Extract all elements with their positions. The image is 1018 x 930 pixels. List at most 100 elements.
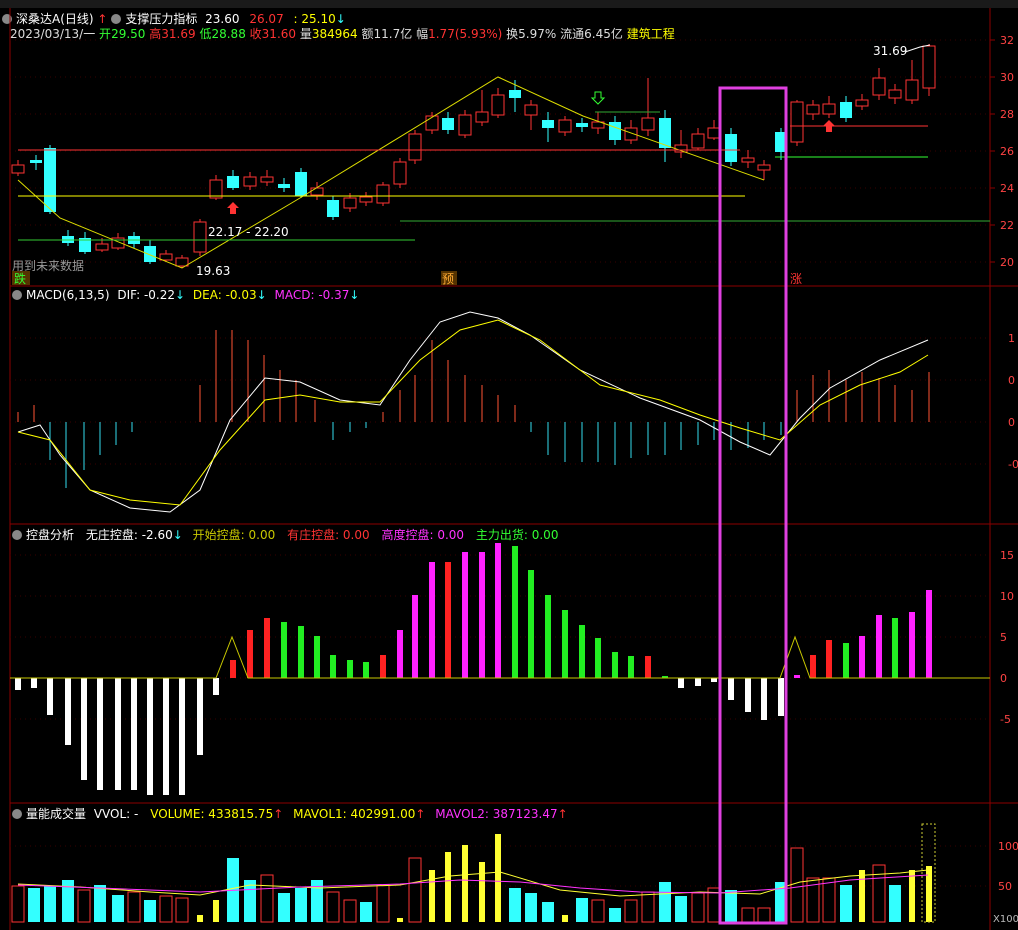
price-tick: 28 <box>1000 108 1014 121</box>
kongpan-chart <box>10 543 990 795</box>
kp-tick: -5 <box>1000 713 1011 726</box>
candle-body <box>376 184 390 204</box>
future-data-note: 用到未来数据 <box>12 258 84 273</box>
volume-bar <box>397 918 403 922</box>
volume-bar <box>641 891 655 923</box>
volume-bar <box>926 866 932 922</box>
kongpan-bar <box>612 652 618 678</box>
volume-bar <box>741 907 755 923</box>
candlesticks <box>11 44 936 268</box>
volume-bar <box>495 834 501 922</box>
candle-body <box>922 45 936 89</box>
candle-body <box>144 246 156 262</box>
candle-body <box>227 176 239 188</box>
kongpan-bar <box>213 678 219 695</box>
candle-body <box>343 197 357 209</box>
kongpan-bar <box>678 678 684 688</box>
candle-body <box>425 115 439 131</box>
candle-body <box>558 119 572 133</box>
kongpan-bar <box>562 610 568 678</box>
volume-bar <box>525 893 537 922</box>
kongpan-bar <box>314 636 320 678</box>
y-axis-ticks: 32302826242220100-0151050-510050 <box>990 34 1018 893</box>
volume-bar <box>659 882 671 922</box>
kp-tick: 5 <box>1000 631 1007 644</box>
candle-body <box>11 164 25 174</box>
candle-body <box>542 120 554 128</box>
volume-bar <box>343 899 357 923</box>
kongpan-bar <box>876 615 882 678</box>
volume-bar <box>278 893 290 922</box>
kongpan-bar <box>745 678 751 712</box>
volume-bar <box>112 895 124 922</box>
kongpan-bar <box>645 656 651 678</box>
kongpan-bar <box>711 678 717 682</box>
candle-body <box>243 176 257 187</box>
die-marker: 跌 <box>14 271 26 286</box>
macd-tick: 1 <box>1008 332 1015 345</box>
candle-body <box>905 79 919 101</box>
range-annotation: 22.17 - 22.20 <box>208 225 289 239</box>
highlight-box <box>718 86 788 925</box>
kongpan-bar <box>31 678 37 688</box>
volume-bar <box>127 891 141 923</box>
high-price-annotation: 31.69 <box>873 44 907 58</box>
candle-body <box>691 133 705 149</box>
candle-body <box>509 90 521 98</box>
kongpan-bar <box>47 678 53 715</box>
candle-body <box>872 77 886 96</box>
kongpan-bar <box>281 622 287 678</box>
kongpan-bar <box>363 662 369 678</box>
sell-arrow-icon <box>590 91 606 105</box>
candle-body <box>175 257 189 267</box>
kp-tick: 15 <box>1000 549 1014 562</box>
volume-bar <box>94 885 106 922</box>
kongpan-bar <box>761 678 767 720</box>
stock-chart[interactable]: 32302826242220100-0151050-510050 31.69 2… <box>0 0 1018 930</box>
grid-lines <box>10 39 990 887</box>
volume-bar <box>408 857 422 923</box>
volume-bar <box>479 862 485 922</box>
kongpan-bar <box>909 612 915 678</box>
kongpan-bar <box>65 678 71 745</box>
volume-bar <box>429 870 435 922</box>
candle-body <box>576 123 588 127</box>
macd-chart <box>17 311 930 513</box>
volume-bar <box>822 877 836 923</box>
kongpan-bar <box>97 678 103 790</box>
candle-body <box>310 187 324 196</box>
zhang-marker: 涨 <box>790 271 802 286</box>
price-overlays <box>17 44 990 269</box>
macd-tick: 0 <box>1008 416 1015 429</box>
kongpan-bar <box>179 678 185 795</box>
price-tick: 20 <box>1000 256 1014 269</box>
kongpan-bar <box>495 543 501 678</box>
candle-body <box>159 253 173 261</box>
kongpan-bar <box>347 660 353 678</box>
candle-body <box>840 102 852 118</box>
vol-tick: 50 <box>998 880 1012 893</box>
volume-bar <box>326 891 340 923</box>
dea-line <box>17 319 929 506</box>
volume-unit: X100 <box>993 914 1018 925</box>
kongpan-bar <box>445 562 451 678</box>
kongpan-bar <box>230 660 236 678</box>
candle-body <box>458 114 472 136</box>
volume-bar <box>624 899 638 923</box>
volume-bar <box>562 915 568 922</box>
candle-body <box>44 148 56 212</box>
vol-tick: 100 <box>998 840 1018 853</box>
volume-bar <box>159 895 173 923</box>
volume-bar <box>757 907 771 923</box>
volume-bar <box>295 888 307 922</box>
low-price-annotation: 19.63 <box>196 264 230 278</box>
kongpan-bar <box>628 656 634 678</box>
kp-tick: 0 <box>1000 672 1007 685</box>
candle-body <box>327 200 339 217</box>
volume-bar <box>28 888 40 922</box>
macd-tick: -0 <box>1008 458 1018 471</box>
candle-body <box>609 122 621 140</box>
kongpan-bar <box>810 655 816 678</box>
kongpan-bar <box>429 562 435 678</box>
volume-bar <box>360 902 372 922</box>
